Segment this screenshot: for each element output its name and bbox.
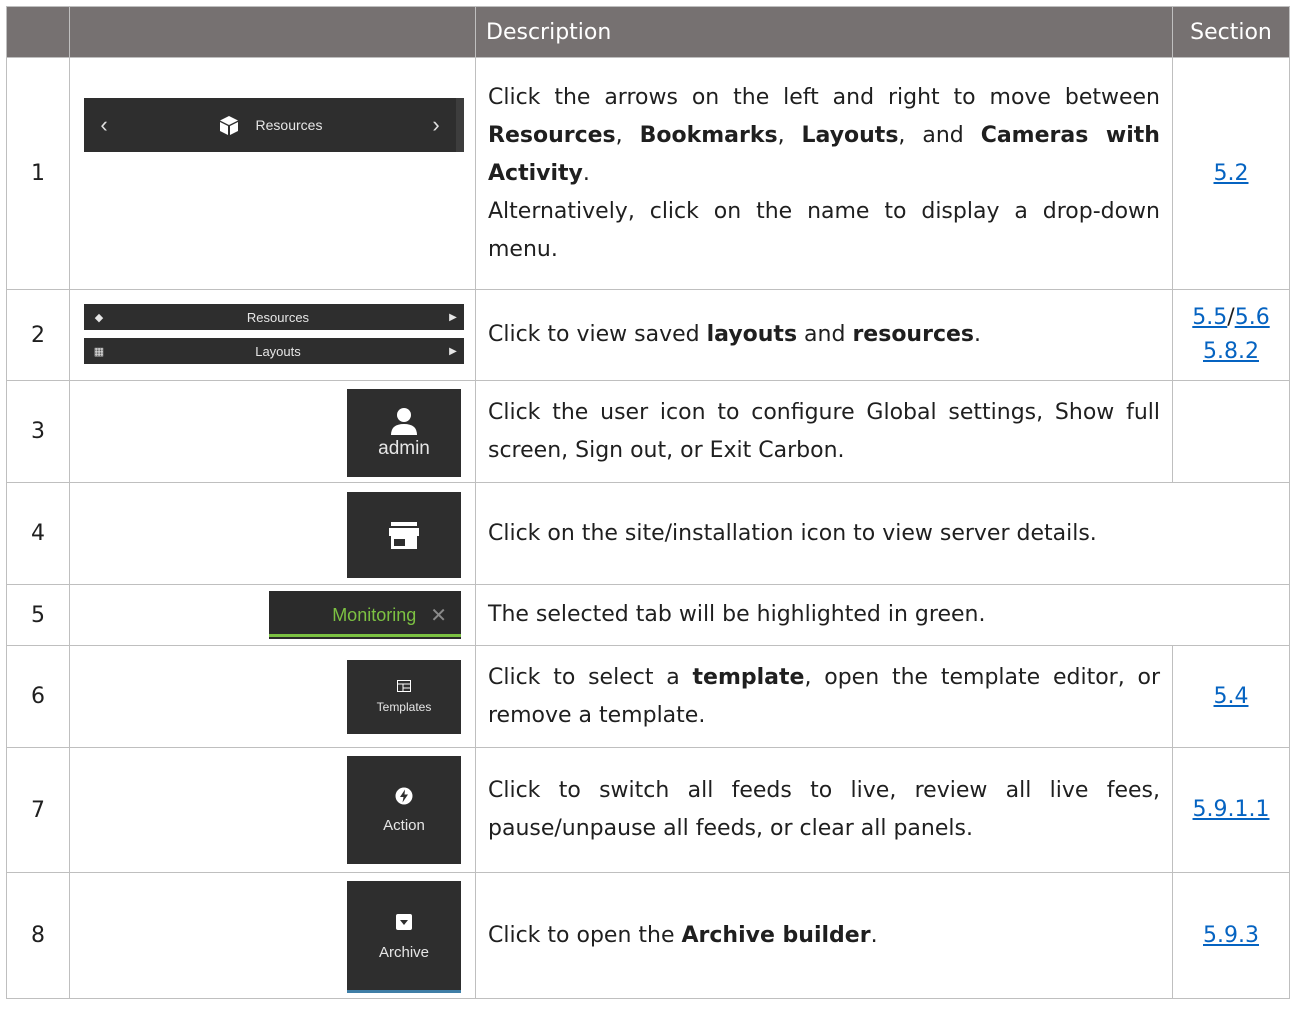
table-row: 3 admin Click the user icon to configure… [6,380,1290,483]
description-cell: Click on the site/installation icon to v… [475,482,1290,585]
description-text: Click the arrows on the left and right t… [488,84,1160,186]
layout-icon: ▦ [93,345,105,358]
description-cell: The selected tab will be highlighted in … [475,584,1290,646]
image-cell: Monitoring ✕ [69,584,476,646]
site-button[interactable] [347,492,461,578]
lightning-icon [395,787,413,804]
header-row: Description Section [6,6,1290,58]
archive-icon [396,913,412,930]
section-link[interactable]: 5.9.3 [1203,923,1259,948]
table-row: 2 ◆ Resources ▶ ▦ Layouts ▶ Click to vie… [6,289,1290,381]
table-row: 4 Click on the site/installation icon to… [6,482,1290,585]
section-link[interactable]: 5.9.1.1 [1193,797,1270,822]
monitoring-tab[interactable]: Monitoring ✕ [269,591,461,639]
table-row: 7 Action Click to switch all feeds to li… [6,747,1290,873]
header-num [6,6,70,58]
row-number: 5 [6,584,70,646]
image-cell: Templates [69,645,476,748]
header-description: Description [475,6,1173,58]
header-image [69,6,476,58]
image-cell [69,482,476,585]
caret-right-icon: ▶ [449,311,457,323]
archive-button[interactable]: Archive [347,881,461,993]
row-number: 6 [6,645,70,748]
row-number: 7 [6,747,70,873]
tab-label: Monitoring [332,604,417,625]
navigator-label: Resources [255,117,323,133]
image-cell: ‹ Resources › [69,57,476,290]
cube-icon [219,116,238,135]
row-number: 1 [6,57,70,290]
action-label: Action [383,816,425,834]
section-link[interactable]: 5.8.2 [1203,339,1259,364]
row-number: 3 [6,380,70,483]
user-menu-button[interactable]: admin [347,389,461,477]
image-cell: Archive [69,872,476,999]
description-cell: Click the user icon to configure Global … [475,380,1173,483]
section-cell [1172,380,1290,483]
image-cell: Action [69,747,476,873]
navigator-title[interactable]: Resources [124,114,416,136]
section-cell: 5.2 [1172,57,1290,290]
template-icon [397,680,411,692]
description-cell: Click the arrows on the left and right t… [475,57,1173,290]
row-number: 8 [6,872,70,999]
tab-underline [269,634,461,637]
resource-navigator: ‹ Resources › [84,98,464,152]
description-cell: Click to view saved layouts and resource… [475,289,1173,381]
action-button[interactable]: Action [347,756,461,864]
section-link[interactable]: 5.4 [1214,684,1249,709]
description-text-2: Alternatively, click on the name to disp… [488,198,1160,262]
section-link[interactable]: 5.2 [1214,161,1249,186]
templates-button[interactable]: Templates [347,660,461,734]
table-row: 1 ‹ Resources › Click the arrows on the … [6,57,1290,290]
user-icon [391,408,417,435]
menu-item-resources[interactable]: ◆ Resources ▶ [84,304,464,330]
cube-icon: ◆ [94,311,104,324]
section-cell: 5.9.1.1 [1172,747,1290,873]
table-row: 5 Monitoring ✕ The selected tab will be … [6,584,1290,646]
description-cell: Click to open the Archive builder. [475,872,1173,999]
description-cell: Click to switch all feeds to live, revie… [475,747,1173,873]
archive-label: Archive [378,943,430,961]
storefront-icon [389,522,419,549]
section-cell: 5.9.3 [1172,872,1290,999]
section-cell: 5.5/5.6 5.8.2 [1172,289,1290,381]
row-number: 4 [6,482,70,585]
image-cell: admin [69,380,476,483]
section-cell: 5.4 [1172,645,1290,748]
menu-item-layouts[interactable]: ▦ Layouts ▶ [84,338,464,364]
image-cell: ◆ Resources ▶ ▦ Layouts ▶ [69,289,476,381]
table-row: 6 Templates Click to select a template, … [6,645,1290,748]
description-cell: Click to select a template, open the tem… [475,645,1173,748]
caret-right-icon: ▶ [449,345,457,357]
reference-table: Description Section 1 ‹ Resources › Clic… [6,6,1290,999]
close-icon[interactable]: ✕ [430,603,447,628]
table-row: 8 Archive Click to open the Archive buil… [6,872,1290,999]
chevron-right-icon[interactable]: › [416,112,456,138]
user-label: admin [378,438,430,459]
header-section: Section [1172,6,1290,58]
chevron-left-icon[interactable]: ‹ [84,112,124,138]
row-number: 2 [6,289,70,381]
section-link[interactable]: 5.5 [1192,305,1227,330]
section-link[interactable]: 5.6 [1235,305,1270,330]
templates-label: Templates [376,700,432,714]
